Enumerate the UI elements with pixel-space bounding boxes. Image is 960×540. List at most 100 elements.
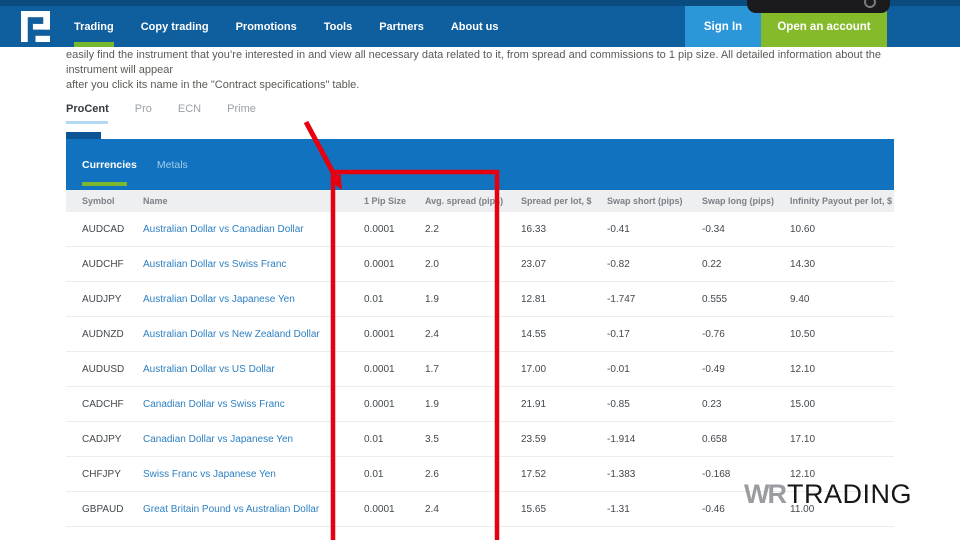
currencies-tab-underline xyxy=(82,182,127,186)
nav-item-trading[interactable]: Trading xyxy=(74,6,114,47)
cell-value: 23.59 xyxy=(521,434,607,445)
instrument-tabs-banner: Currencies Metals xyxy=(66,139,894,190)
cell-value: 0.01 xyxy=(364,294,425,305)
cell-name-link[interactable]: Australian Dollar vs US Dollar xyxy=(143,364,364,375)
account-tab-procent[interactable]: ProCent xyxy=(66,103,109,115)
banner-notch xyxy=(66,132,101,139)
watermark-wr: WR xyxy=(744,479,785,509)
cell-value: 0.0001 xyxy=(364,224,425,235)
cell-value: 14.30 xyxy=(790,259,894,270)
cell-symbol: AUDCAD xyxy=(82,224,143,235)
cell-value: -1.383 xyxy=(607,469,702,480)
cell-value: -0.17 xyxy=(607,329,702,340)
account-tab-ecn[interactable]: ECN xyxy=(178,103,201,115)
cell-value: 0.0001 xyxy=(364,504,425,515)
overlay-ring-icon xyxy=(864,0,876,8)
sign-in-button[interactable]: Sign In xyxy=(685,6,761,47)
cell-name-link[interactable]: Australian Dollar vs Swiss Franc xyxy=(143,259,364,270)
table-row: CADCHFCanadian Dollar vs Swiss Franc0.00… xyxy=(66,387,894,422)
cell-name-link[interactable]: Swiss Franc vs Japanese Yen xyxy=(143,469,364,480)
table-row: AUDNZDAustralian Dollar vs New Zealand D… xyxy=(66,317,894,352)
cell-value: 16.33 xyxy=(521,224,607,235)
cell-value: 1.9 xyxy=(425,399,521,410)
cell-value: 0.0001 xyxy=(364,364,425,375)
cell-value: -0.34 xyxy=(702,224,790,235)
nav-item-about-us[interactable]: About us xyxy=(451,6,499,47)
cell-value: 3.5 xyxy=(425,434,521,445)
cell-name-link[interactable]: Canadian Dollar vs Japanese Yen xyxy=(143,434,364,445)
cell-symbol: CADJPY xyxy=(82,434,143,445)
account-tab-prime[interactable]: Prime xyxy=(227,103,256,115)
cell-symbol: AUDUSD xyxy=(82,364,143,375)
watermark: WRTRADING xyxy=(744,479,912,510)
account-tab-pro[interactable]: Pro xyxy=(135,103,152,115)
video-overlay-pill xyxy=(747,0,890,13)
cell-symbol: CADCHF xyxy=(82,399,143,410)
cell-name-link[interactable]: Canadian Dollar vs Swiss Franc xyxy=(143,399,364,410)
nav-item-partners[interactable]: Partners xyxy=(379,6,424,47)
cell-value: 0.01 xyxy=(364,434,425,445)
account-type-tabs: ProCent Pro ECN Prime xyxy=(66,103,256,115)
cell-value: -0.01 xyxy=(607,364,702,375)
cell-value: 2.4 xyxy=(425,504,521,515)
cell-value: -1.747 xyxy=(607,294,702,305)
cell-value: 12.10 xyxy=(790,469,894,480)
cell-value: 17.00 xyxy=(521,364,607,375)
instrument-tab-currencies[interactable]: Currencies xyxy=(82,159,137,171)
column-header-swap-long-pips: Swap long (pips) xyxy=(702,196,790,206)
cell-value: 0.555 xyxy=(702,294,790,305)
cell-value: 1.9 xyxy=(425,294,521,305)
cell-name-link[interactable]: Australian Dollar vs Japanese Yen xyxy=(143,294,364,305)
cell-value: -0.49 xyxy=(702,364,790,375)
cell-value: 10.60 xyxy=(790,224,894,235)
column-header-infinity-payout-per-lot: Infinity Payout per lot, $ xyxy=(790,196,894,206)
browser-page: Trading Copy trading Promotions Tools Partne… xyxy=(0,0,960,540)
cell-value: 12.81 xyxy=(521,294,607,305)
intro-line-2: after you click its name in the "Contrac… xyxy=(66,78,888,93)
intro-paragraph: easily find the instrument that you’re i… xyxy=(66,48,888,93)
cell-value: 0.0001 xyxy=(364,399,425,410)
cell-value: 2.4 xyxy=(425,329,521,340)
cell-value: 0.01 xyxy=(364,469,425,480)
nav-item-promotions[interactable]: Promotions xyxy=(236,6,297,47)
brand-logo-icon[interactable] xyxy=(18,11,53,42)
cell-value: -0.76 xyxy=(702,329,790,340)
cell-value: -0.85 xyxy=(607,399,702,410)
column-header-name: Name xyxy=(143,196,364,206)
nav-menu: Trading Copy trading Promotions Tools Partne… xyxy=(74,6,499,47)
cell-symbol: AUDJPY xyxy=(82,294,143,305)
cell-value: -0.168 xyxy=(702,469,790,480)
cell-value: 2.2 xyxy=(425,224,521,235)
nav-item-copy-trading[interactable]: Copy trading xyxy=(141,6,209,47)
cell-value: 1.7 xyxy=(425,364,521,375)
cell-name-link[interactable]: Australian Dollar vs Canadian Dollar xyxy=(143,224,364,235)
cell-value: 0.23 xyxy=(702,399,790,410)
column-header-symbol: Symbol xyxy=(82,196,143,206)
cell-symbol: CHFJPY xyxy=(82,469,143,480)
table-row: AUDCHFAustralian Dollar vs Swiss Franc0.… xyxy=(66,247,894,282)
table-row: AUDUSDAustralian Dollar vs US Dollar0.00… xyxy=(66,352,894,387)
cell-value: 2.0 xyxy=(425,259,521,270)
cell-value: 14.55 xyxy=(521,329,607,340)
cell-symbol: AUDNZD xyxy=(82,329,143,340)
cell-name-link[interactable]: Great Britain Pound vs Australian Dollar xyxy=(143,504,364,515)
nav-item-tools[interactable]: Tools xyxy=(324,6,353,47)
cell-symbol: AUDCHF xyxy=(82,259,143,270)
watermark-trading: TRADING xyxy=(787,479,912,509)
column-header-spread-per-lot: Spread per lot, $ xyxy=(521,196,607,206)
cell-value: 23.07 xyxy=(521,259,607,270)
cell-value: 0.0001 xyxy=(364,329,425,340)
cell-value: 15.65 xyxy=(521,504,607,515)
column-header-avg-spread-pips: Avg. spread (pips) xyxy=(425,196,521,206)
table-row: AUDJPYAustralian Dollar vs Japanese Yen0… xyxy=(66,282,894,317)
cell-value: 10.50 xyxy=(790,329,894,340)
table-row: AUDCADAustralian Dollar vs Canadian Doll… xyxy=(66,212,894,247)
cell-value: -1.31 xyxy=(607,504,702,515)
active-tab-underline xyxy=(66,121,108,124)
intro-line-1: easily find the instrument that you’re i… xyxy=(66,48,888,78)
table-row: CADJPYCanadian Dollar vs Japanese Yen0.0… xyxy=(66,422,894,457)
column-header-1-pip-size: 1 Pip Size xyxy=(364,196,425,206)
cell-name-link[interactable]: Australian Dollar vs New Zealand Dollar xyxy=(143,329,364,340)
cell-value: 0.658 xyxy=(702,434,790,445)
instrument-tab-metals[interactable]: Metals xyxy=(157,159,188,171)
